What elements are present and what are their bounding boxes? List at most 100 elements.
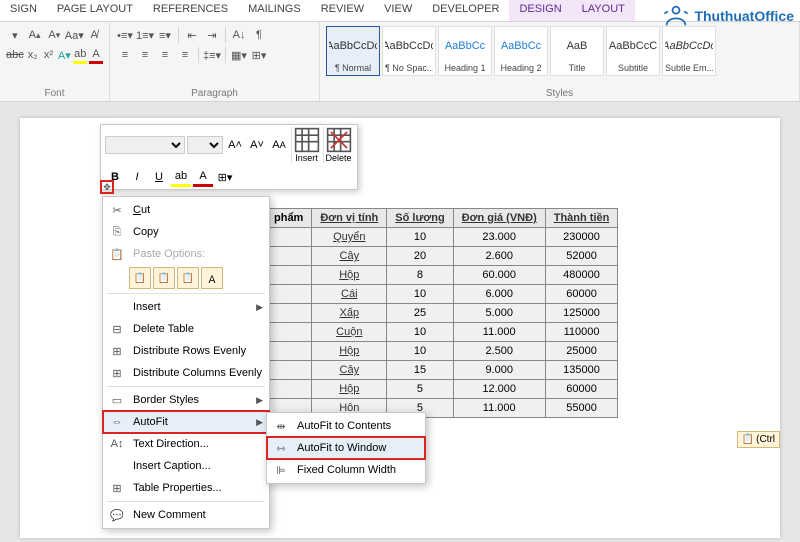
col-unit[interactable]: Đơn vị tính <box>312 209 387 228</box>
menu-insert[interactable]: Insert▶ <box>103 296 269 318</box>
table-cell[interactable]: 6.000 <box>453 285 545 304</box>
table-cell[interactable]: 5.000 <box>453 304 545 323</box>
font-color-icon[interactable]: A <box>89 46 103 64</box>
table-row[interactable]: Cây202.60052000 <box>266 247 618 266</box>
tab-references[interactable]: REFERENCES <box>143 0 238 21</box>
shading-icon[interactable]: ▦▾ <box>230 46 248 64</box>
tab-mailings[interactable]: MAILINGS <box>238 0 311 21</box>
styles-gallery[interactable]: AaBbCcDc¶ Normal AaBbCcDc¶ No Spac... Aa… <box>326 26 793 76</box>
table-cell[interactable]: 60000 <box>545 380 618 399</box>
menu-distribute-rows[interactable]: ⊞Distribute Rows Evenly <box>103 340 269 362</box>
text-effects-icon[interactable]: A▾ <box>57 46 71 64</box>
table-cell[interactable]: 230000 <box>545 228 618 247</box>
style-heading2[interactable]: AaBbCcHeading 2 <box>494 26 548 76</box>
table-cell[interactable] <box>266 304 312 323</box>
submenu-fixed-width[interactable]: ⊫Fixed Column Width <box>267 459 425 481</box>
highlight-icon[interactable]: ab <box>73 46 87 64</box>
menu-insert-caption[interactable]: Insert Caption... <box>103 455 269 477</box>
menu-distribute-cols[interactable]: ⊞Distribute Columns Evenly <box>103 362 269 384</box>
table-cell[interactable]: 52000 <box>545 247 618 266</box>
menu-copy[interactable]: ⎘Copy <box>103 221 269 243</box>
data-table[interactable]: phẩm Đơn vị tính Số lượng Đơn giá (VNĐ) … <box>265 208 618 418</box>
table-cell[interactable]: Quyển <box>312 228 387 247</box>
table-cell[interactable]: 110000 <box>545 323 618 342</box>
table-cell[interactable]: 60000 <box>545 285 618 304</box>
table-cell[interactable] <box>266 323 312 342</box>
table-cell[interactable]: Hộp <box>312 342 387 361</box>
tab-table-layout[interactable]: LAYOUT <box>572 0 635 21</box>
table-row[interactable]: Hộp512.00060000 <box>266 380 618 399</box>
bullets-icon[interactable]: •≡▾ <box>116 26 134 44</box>
table-cell[interactable]: Cây <box>312 361 387 380</box>
table-cell[interactable]: 25000 <box>545 342 618 361</box>
style-subtle-em[interactable]: AaBbCcDcSubtle Em... <box>662 26 716 76</box>
style-heading1[interactable]: AaBbCcHeading 1 <box>438 26 492 76</box>
menu-text-direction[interactable]: A↕Text Direction... <box>103 433 269 455</box>
numbering-icon[interactable]: 1≡▾ <box>136 26 154 44</box>
menu-table-properties[interactable]: ⊞Table Properties... <box>103 477 269 499</box>
shrink-font-icon[interactable]: A▾ <box>46 26 64 44</box>
table-cell[interactable]: 11.000 <box>453 323 545 342</box>
align-right-icon[interactable]: ≡ <box>156 46 174 64</box>
font-dropdown[interactable]: ▾ <box>6 26 24 44</box>
table-row[interactable]: Hộp860.000480000 <box>266 266 618 285</box>
table-cell[interactable]: Cái <box>312 285 387 304</box>
col-qty[interactable]: Số lượng <box>387 209 453 228</box>
col-product[interactable]: phẩm <box>266 209 312 228</box>
increase-indent-icon[interactable]: ⇥ <box>203 26 221 44</box>
table-cell[interactable] <box>266 380 312 399</box>
table-row[interactable]: Cái106.00060000 <box>266 285 618 304</box>
align-center-icon[interactable]: ≡ <box>136 46 154 64</box>
change-case-icon[interactable]: Aa▾ <box>65 26 83 44</box>
table-cell[interactable] <box>266 361 312 380</box>
clear-format-icon[interactable]: A̸ <box>85 26 103 44</box>
mini-underline-icon[interactable]: U <box>149 167 169 187</box>
menu-border-styles[interactable]: ▭Border Styles▶ <box>103 389 269 411</box>
paste-keep-source-icon[interactable]: 📋 <box>129 267 151 289</box>
multilevel-icon[interactable]: ≡▾ <box>156 26 174 44</box>
table-cell[interactable]: 60.000 <box>453 266 545 285</box>
table-cell[interactable]: 11.000 <box>453 399 545 418</box>
paste-text-icon[interactable]: Ａ <box>201 267 223 289</box>
table-row[interactable]: Quyển1023.000230000 <box>266 228 618 247</box>
mini-font-name[interactable] <box>105 136 185 154</box>
mini-highlight-icon[interactable]: ab <box>171 167 191 187</box>
mini-font-size[interactable] <box>187 136 223 154</box>
align-left-icon[interactable]: ≡ <box>116 46 134 64</box>
table-cell[interactable]: 10 <box>387 323 453 342</box>
tab-table-design[interactable]: DESIGN <box>509 0 571 21</box>
submenu-autofit-contents[interactable]: ⇹AutoFit to Contents <box>267 415 425 437</box>
line-spacing-icon[interactable]: ‡≡▾ <box>203 46 221 64</box>
tab-view[interactable]: VIEW <box>374 0 422 21</box>
table-cell[interactable] <box>266 285 312 304</box>
table-cell[interactable]: 10 <box>387 285 453 304</box>
table-cell[interactable]: 5 <box>387 380 453 399</box>
tab-sign[interactable]: SIGN <box>0 0 47 21</box>
tab-review[interactable]: REVIEW <box>311 0 374 21</box>
subscript-icon[interactable]: x₂ <box>26 46 40 64</box>
mini-styles-icon[interactable]: AA <box>269 135 289 155</box>
table-cell[interactable] <box>266 228 312 247</box>
table-cell[interactable]: 125000 <box>545 304 618 323</box>
table-cell[interactable]: 2.500 <box>453 342 545 361</box>
table-cell[interactable]: 10 <box>387 228 453 247</box>
table-row[interactable]: Hộp102.50025000 <box>266 342 618 361</box>
table-row[interactable]: Xấp255.000125000 <box>266 304 618 323</box>
col-total[interactable]: Thành tiền <box>545 209 618 228</box>
menu-autofit[interactable]: ⇔AutoFit▶ <box>102 410 270 434</box>
submenu-autofit-window[interactable]: ⇿AutoFit to Window <box>266 436 426 460</box>
table-cell[interactable]: Cuộn <box>312 323 387 342</box>
mini-border-icon[interactable]: ⊞▾ <box>215 167 235 187</box>
table-cell[interactable] <box>266 247 312 266</box>
col-price[interactable]: Đơn giá (VNĐ) <box>453 209 545 228</box>
grow-font-icon[interactable]: A▴ <box>26 26 44 44</box>
table-cell[interactable]: 8 <box>387 266 453 285</box>
mini-shrink-font-icon[interactable]: A˅ <box>247 135 267 155</box>
tab-developer[interactable]: DEVELOPER <box>422 0 509 21</box>
borders-icon[interactable]: ⊞▾ <box>250 46 268 64</box>
table-cell[interactable] <box>266 266 312 285</box>
menu-new-comment[interactable]: 💬New Comment <box>103 504 269 526</box>
table-cell[interactable]: Hộp <box>312 266 387 285</box>
style-normal[interactable]: AaBbCcDc¶ Normal <box>326 26 380 76</box>
paste-picture-icon[interactable]: 📋 <box>177 267 199 289</box>
